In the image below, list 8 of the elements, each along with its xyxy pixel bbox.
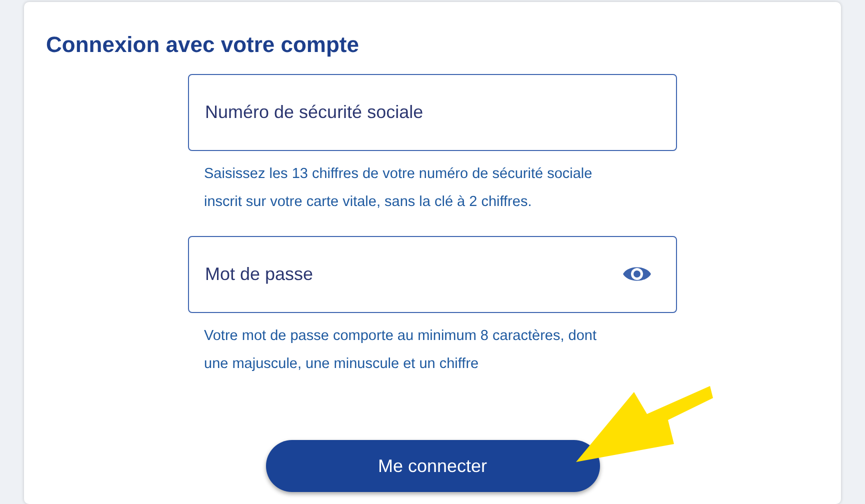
form-title: Connexion avec votre compte: [46, 31, 360, 59]
eye-icon[interactable]: [623, 265, 651, 283]
input-field[interactable]: Numéro de sécurité sociale: [188, 74, 677, 151]
hint-text: Votre mot de passe comporte au minimum 8 caractères, dont une majuscule, une minuscule et un chiffre: [204, 327, 598, 374]
password-field[interactable]: Mot de passe: [188, 236, 677, 313]
hint-text: Saisissez les 13 chiffres de votre numéro de sécurité sociale inscrit sur votre carte vitale, sans la clé à 2 chiffres.: [204, 165, 594, 212]
arrow-icon: [574, 384, 714, 464]
login-button[interactable]: Me connecter: [266, 440, 600, 492]
